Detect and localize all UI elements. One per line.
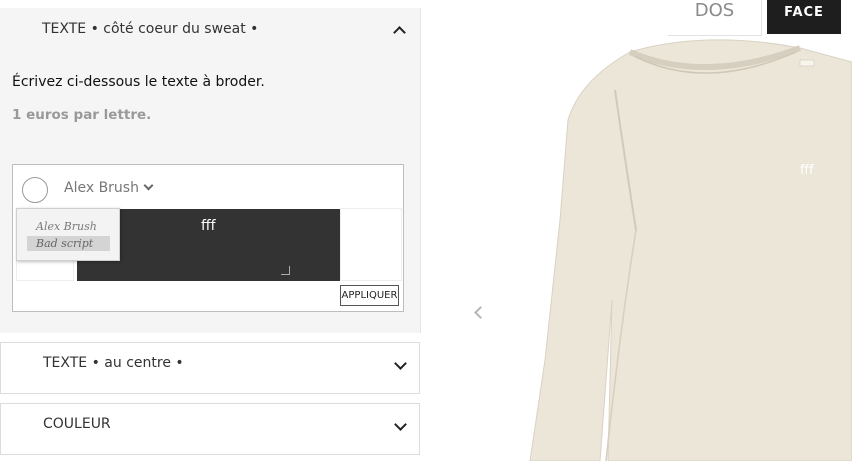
embroidery-text-value: fff [201,218,216,234]
chevron-left-icon[interactable] [474,306,487,319]
chevron-down-icon[interactable] [394,418,407,431]
tab-back[interactable]: DOS [668,0,762,36]
tab-front[interactable]: FACE [767,0,841,34]
embroidery-instructions: Écrivez ci-dessous le texte à broder. [12,74,265,90]
accordion-section-text-center[interactable]: TEXTE • au centre • [0,342,420,394]
text-enable-radio[interactable] [22,177,48,203]
section-title-text-center: TEXTE • au centre • [43,355,184,371]
font-select[interactable]: Alex Brush [64,180,154,196]
text-area-frame-right [340,208,402,281]
section-title-text-heart[interactable]: TEXTE • côté coeur du sweat • [42,21,258,37]
chevron-down-icon [143,180,154,191]
apply-button[interactable]: APPLIQUER [340,285,399,306]
accordion-section-text-heart: TEXTE • côté coeur du sweat • Écrivez ci… [0,8,421,333]
size-label [799,59,815,67]
chevron-down-icon[interactable] [394,357,407,370]
sweatshirt-preview-image [529,39,852,461]
chevron-up-icon[interactable] [393,26,406,39]
section-title-color: COULEUR [43,416,111,432]
font-option-alex-brush[interactable]: Alex Brush [27,219,110,234]
font-select-value: Alex Brush [64,180,139,196]
embroidery-preview-text: fff [800,163,814,178]
font-dropdown-menu: Alex Brush Bad script [16,208,120,261]
resize-handle-icon[interactable] [281,266,290,275]
accordion-section-color[interactable]: COULEUR [0,403,420,455]
sweatshirt-body [529,39,852,461]
price-per-letter: 1 euros par lettre. [12,107,152,123]
font-option-bad-script[interactable]: Bad script [27,236,110,251]
text-editor-box: Alex Brush fff Alex Brush Bad script APP… [12,164,404,312]
